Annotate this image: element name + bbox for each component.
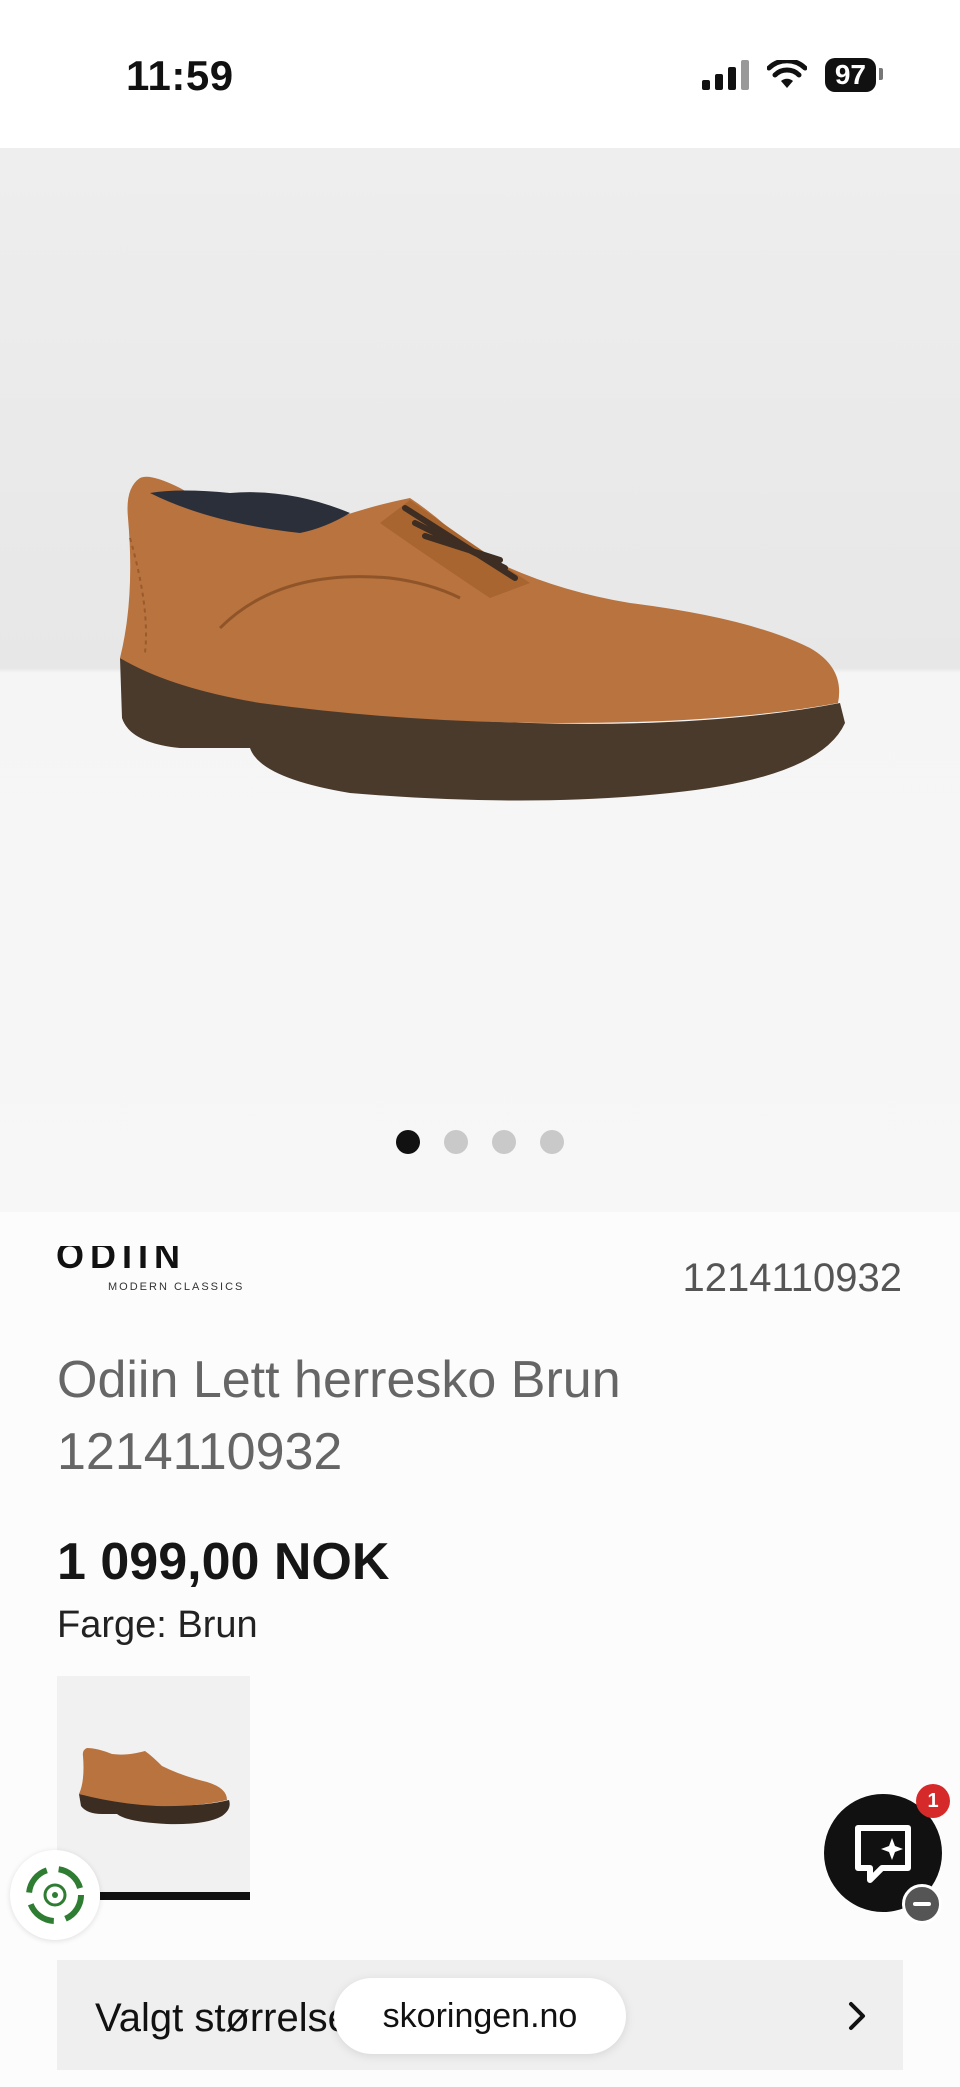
chat-notification-badge: 1 (916, 1784, 950, 1818)
wifi-icon (766, 60, 807, 88)
product-sku: 1214110932 (682, 1256, 903, 1300)
browser-url-text: skoringen.no (382, 1996, 578, 2035)
product-title: Odiin Lett herresko Brun 1214110932 (57, 1351, 621, 1481)
selected-swatch-indicator (100, 1892, 250, 1900)
product-image-gallery[interactable] (0, 148, 960, 1212)
gallery-pagination (0, 1130, 960, 1154)
gallery-dot[interactable] (396, 1130, 420, 1154)
product-image-shoe (120, 476, 845, 801)
browser-url-bar[interactable]: skoringen.no (334, 1978, 626, 2054)
size-selector-label: Valgt størrelse (95, 1996, 350, 2040)
cellular-signal-icon (701, 60, 749, 90)
gallery-dot[interactable] (492, 1130, 516, 1154)
color-label: Farge: Brun (57, 1604, 258, 1646)
brand-tagline: MODERN CLASSICS (108, 1281, 244, 1293)
product-price: 1 099,00 NOK (57, 1533, 390, 1591)
brand-logo[interactable]: ODIIN MODERN CLASSICS (56, 1235, 296, 1301)
minus-icon (913, 1902, 931, 1906)
gallery-dot[interactable] (540, 1130, 564, 1154)
status-icons: 97 (701, 58, 884, 92)
brand-name: ODIIN (56, 1246, 186, 1276)
chat-minimize-button[interactable] (902, 1884, 942, 1924)
chevron-right-icon (849, 2002, 865, 2030)
recycle-icon (26, 1866, 84, 1924)
status-bar: 11:59 97 (0, 0, 960, 148)
eco-badge[interactable] (10, 1850, 100, 1940)
gallery-dot[interactable] (444, 1130, 468, 1154)
status-time: 11:59 (126, 52, 234, 99)
battery-icon: 97 (824, 58, 884, 92)
